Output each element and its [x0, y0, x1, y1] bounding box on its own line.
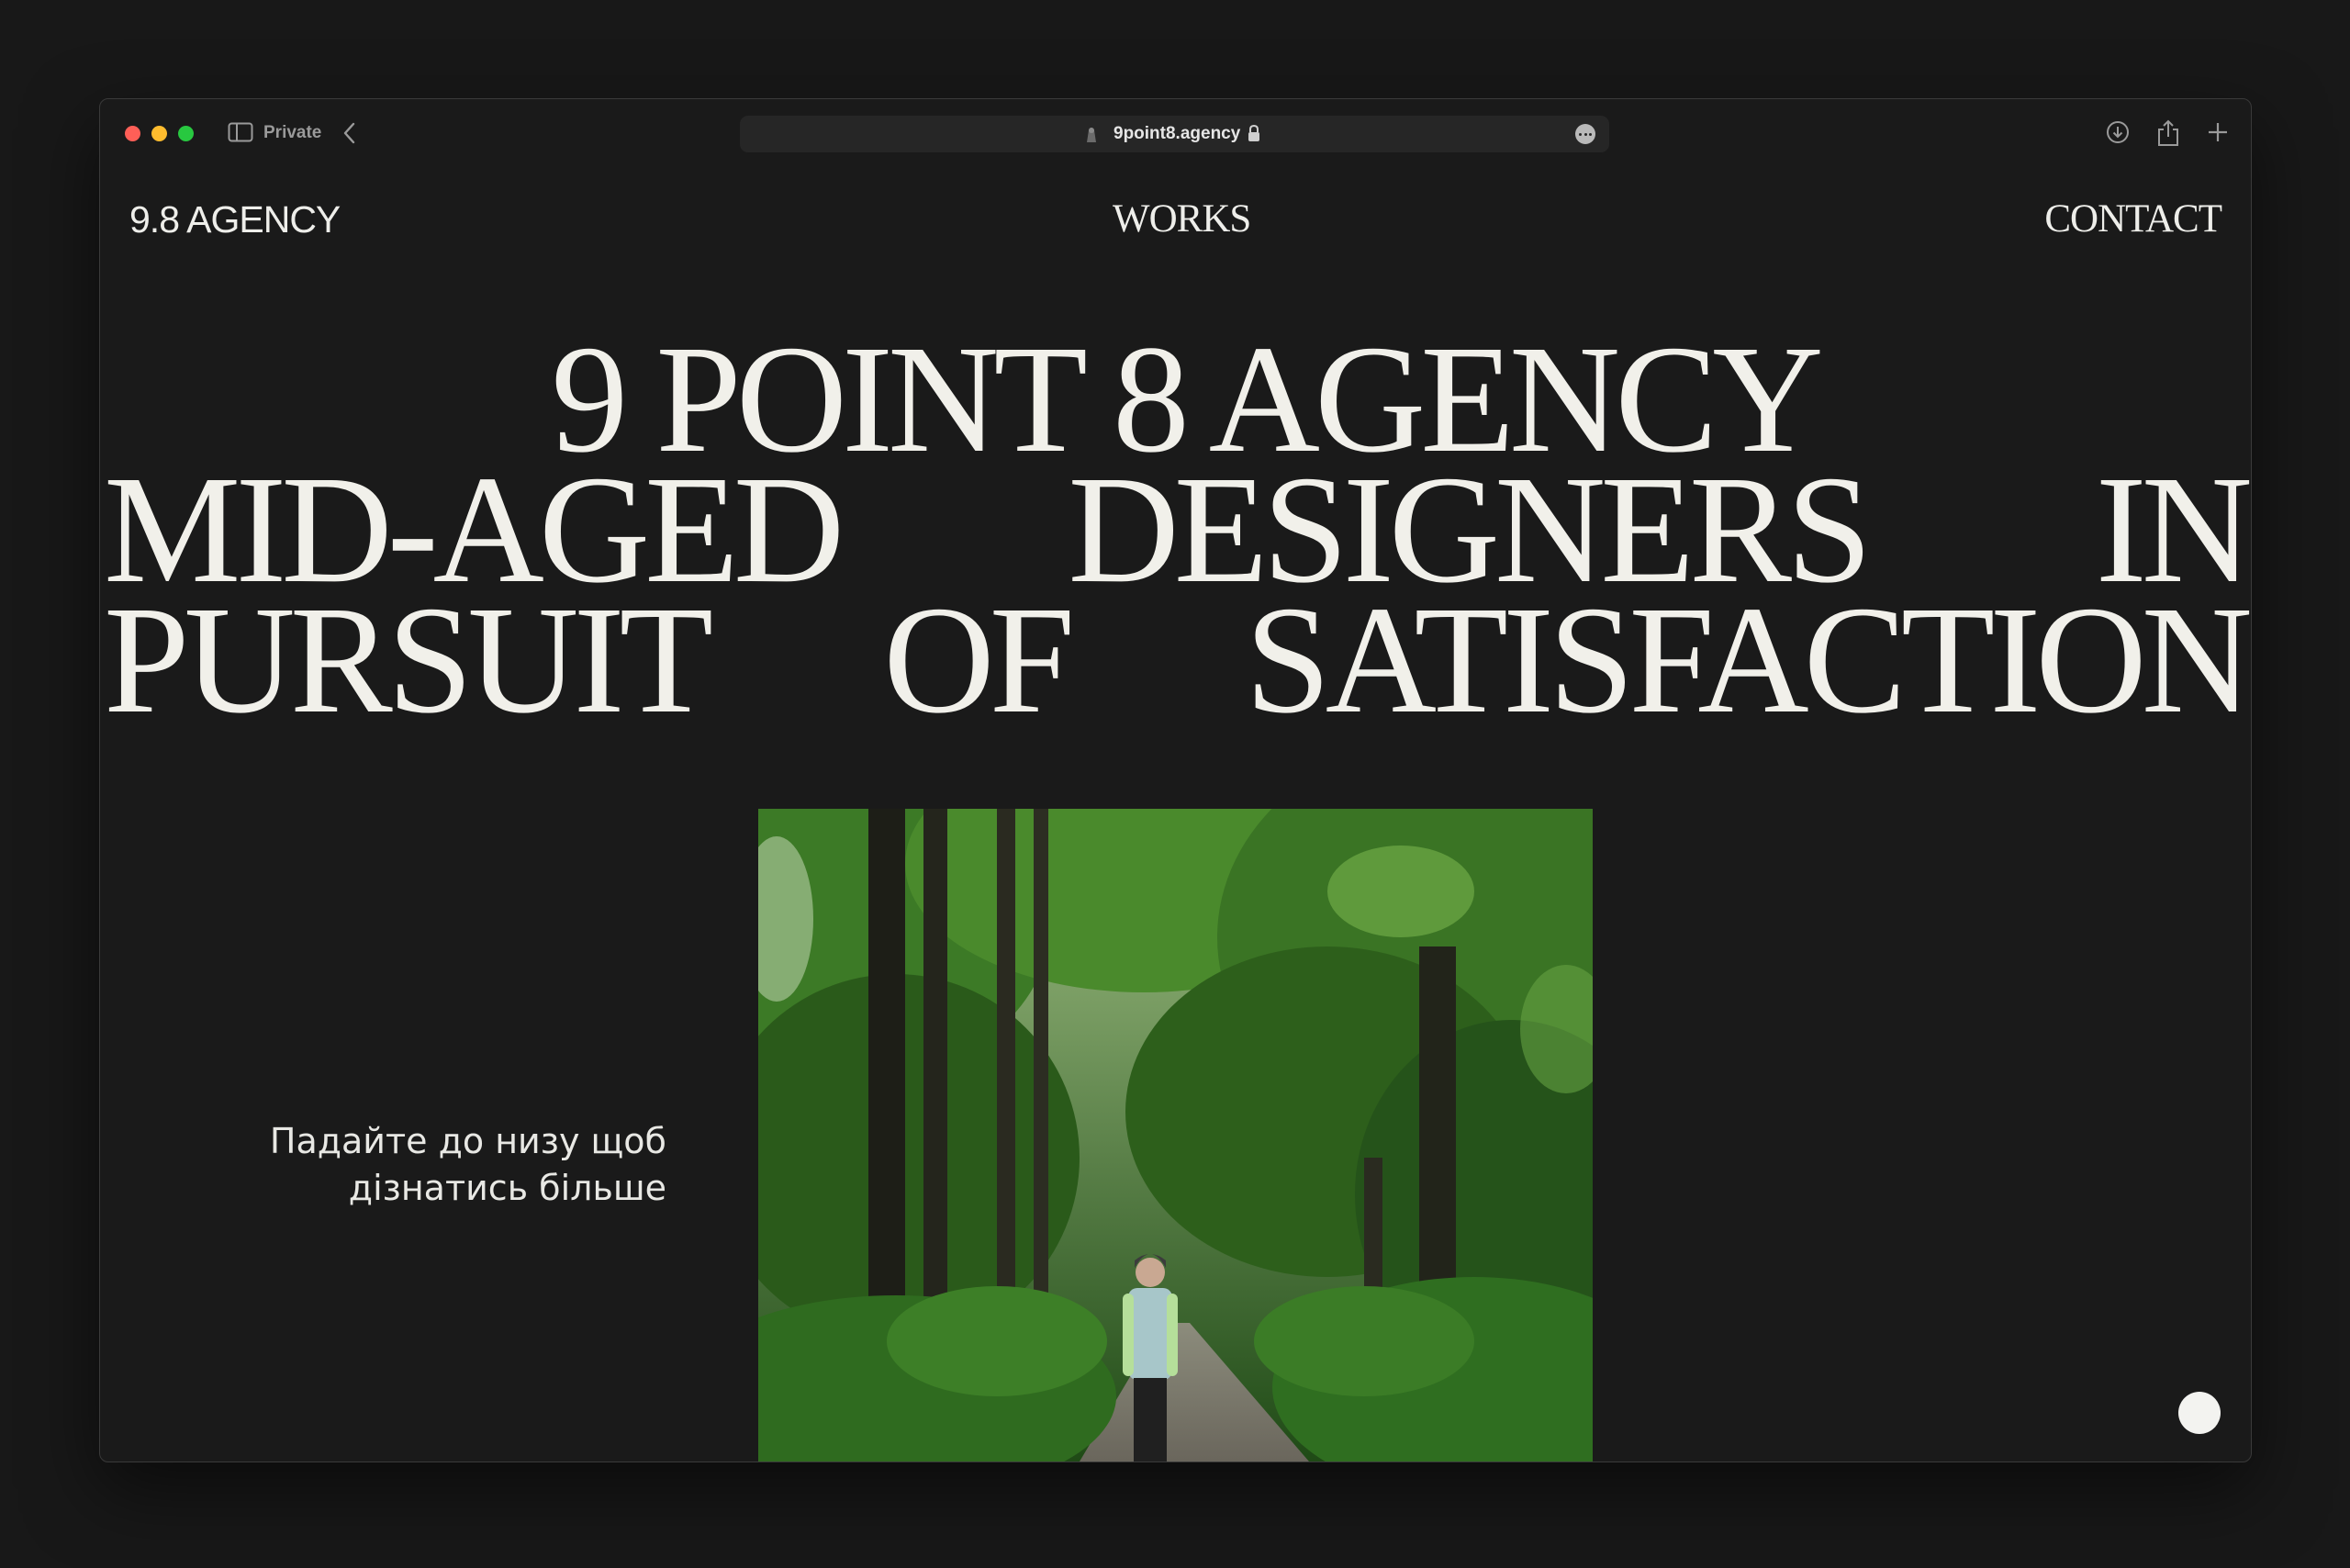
private-mode-label: Private	[263, 123, 322, 142]
zoom-window-button[interactable]	[178, 126, 194, 141]
scroll-hint-line: Падайте до низу щоб	[269, 1121, 666, 1161]
site-favicon-icon	[1083, 125, 1100, 148]
nav-contact-link[interactable]: CONTACT	[2044, 197, 2222, 241]
minimize-window-button[interactable]	[151, 126, 167, 141]
back-arrow-icon[interactable]	[342, 121, 357, 150]
scroll-hint-line: дізнатись більше	[348, 1168, 666, 1208]
hero-headline-line-3: PURSUIT OF SATISFACTION	[104, 575, 2251, 745]
hero-word: OF	[883, 575, 1075, 745]
address-bar[interactable]: 9point8.agency	[740, 116, 1609, 152]
new-tab-plus-icon[interactable]	[2206, 119, 2230, 150]
hero-word: SATISFACTION	[1245, 575, 2251, 745]
page-menu-icon[interactable]	[1575, 124, 1595, 144]
floating-action-dot[interactable]	[2178, 1392, 2221, 1434]
sidebar-toggle-icon[interactable]	[228, 122, 253, 147]
forest-path-photo	[758, 809, 1593, 1462]
lock-icon	[1247, 124, 1261, 147]
scroll-hint-text: Падайте до низу щоб дізнатись більше	[116, 1118, 666, 1212]
share-icon[interactable]	[2156, 119, 2180, 151]
browser-window: Private 9point8.agency 9.8 AGENCY WORKS …	[99, 98, 2252, 1462]
nav-works-link[interactable]: WORKS	[1113, 197, 1251, 241]
browser-toolbar: Private 9point8.agency	[100, 99, 2251, 165]
brand-logo-link[interactable]: 9.8 AGENCY	[129, 197, 341, 241]
hero-word: PURSUIT	[104, 575, 713, 745]
download-icon[interactable]	[2105, 119, 2131, 150]
close-window-button[interactable]	[125, 126, 140, 141]
url-text: 9point8.agency	[1113, 124, 1241, 143]
